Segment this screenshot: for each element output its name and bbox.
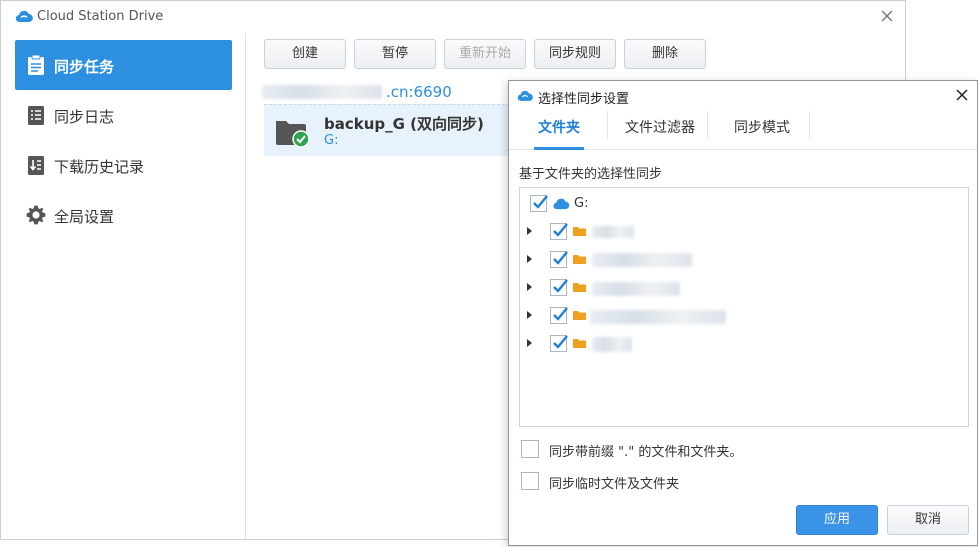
option-label: 同步带前缀 "." 的文件和文件夹。	[549, 445, 743, 460]
sidebar: 同步任务 同步日志 下载历史记录 全局设置	[1, 33, 246, 539]
folder-icon	[573, 227, 586, 236]
folder-icon	[573, 255, 586, 264]
cloud-icon	[15, 10, 33, 23]
dialog-tabs: 文件夹 文件过滤器 同步模式	[509, 111, 977, 150]
app-title: Cloud Station Drive	[37, 9, 164, 24]
tab-divider	[707, 111, 708, 139]
close-icon[interactable]	[953, 86, 971, 104]
folder-row[interactable]	[520, 302, 968, 328]
server-address-suffix: .cn:6690	[386, 83, 452, 101]
dialog-title-bar: 选择性同步设置	[509, 81, 977, 111]
checkmark-icon	[553, 307, 568, 321]
folder-checkbox[interactable]	[550, 251, 568, 268]
folder-checkbox[interactable]	[550, 223, 568, 240]
download-history-icon	[28, 156, 44, 175]
sidebar-item-global-settings[interactable]: 全局设置	[15, 190, 232, 240]
tab-divider	[607, 111, 608, 139]
root-label: G:	[574, 196, 589, 211]
checkmark-icon	[553, 251, 568, 265]
checkmark-icon	[553, 335, 568, 349]
pause-button[interactable]: 暂停	[354, 39, 436, 69]
title-bar: Cloud Station Drive	[1, 1, 905, 33]
checkmark-icon	[553, 223, 568, 237]
task-name: backup_G (双向同步)	[324, 115, 484, 133]
gear-icon	[26, 205, 46, 225]
folder-icon	[573, 339, 586, 348]
section-label: 基于文件夹的选择性同步	[519, 167, 663, 182]
checkmark-icon	[533, 195, 548, 209]
selective-sync-dialog: 选择性同步设置 文件夹 文件过滤器 同步模式 基于文件夹的选择性同步 G: 同步…	[508, 80, 978, 546]
cloud-icon	[517, 90, 533, 101]
delete-button[interactable]: 删除	[624, 39, 706, 69]
expand-arrow-icon[interactable]	[527, 339, 532, 347]
tab-sync-mode[interactable]: 同步模式	[717, 111, 807, 149]
sidebar-item-sync-log[interactable]: 同步日志	[15, 90, 232, 140]
redacted-text	[590, 310, 726, 324]
restart-button[interactable]: 重新开始	[444, 39, 526, 69]
clipboard-icon	[28, 54, 44, 75]
tab-folders[interactable]: 文件夹	[524, 111, 594, 150]
dialog-title: 选择性同步设置	[538, 92, 630, 107]
expand-arrow-icon[interactable]	[527, 311, 532, 319]
redacted-text	[592, 253, 692, 267]
sync-rules-button[interactable]: 同步规则	[534, 39, 616, 69]
close-icon[interactable]	[877, 6, 897, 26]
tab-file-filter[interactable]: 文件过滤器	[615, 111, 705, 149]
folder-checkbox[interactable]	[550, 279, 568, 296]
redacted-text	[592, 226, 634, 238]
redacted-text	[262, 85, 382, 99]
folder-icon	[573, 283, 586, 292]
task-row[interactable]: backup_G (双向同步) G:	[264, 104, 510, 156]
folder-icon	[573, 311, 586, 320]
create-button[interactable]: 创建	[264, 39, 346, 69]
redacted-text	[592, 337, 632, 352]
checkmark-icon	[553, 279, 568, 293]
cancel-button[interactable]: 取消	[887, 505, 969, 535]
folder-synced-icon	[276, 121, 310, 148]
folder-row[interactable]	[520, 218, 968, 244]
redacted-text	[592, 282, 680, 296]
folder-checkbox[interactable]	[550, 335, 568, 352]
list-icon	[28, 106, 44, 125]
cloud-icon	[553, 198, 570, 210]
expand-arrow-icon[interactable]	[527, 227, 532, 235]
sidebar-item-label: 全局设置	[54, 208, 115, 226]
dot-prefix-checkbox[interactable]	[521, 440, 539, 458]
sidebar-item-label: 同步任务	[54, 58, 115, 76]
folder-row[interactable]	[520, 246, 968, 272]
root-checkbox[interactable]	[530, 195, 548, 212]
sidebar-item-download-history[interactable]: 下载历史记录	[15, 140, 232, 190]
option-label: 同步临时文件及文件夹	[549, 477, 680, 492]
apply-button[interactable]: 应用	[796, 505, 878, 535]
folder-row[interactable]	[520, 274, 968, 300]
expand-arrow-icon[interactable]	[527, 283, 532, 291]
folder-checkbox[interactable]	[550, 307, 568, 324]
sidebar-item-label: 同步日志	[54, 108, 115, 126]
folder-row[interactable]	[520, 330, 968, 356]
sidebar-item-sync-tasks[interactable]: 同步任务	[15, 40, 232, 90]
task-path: G:	[324, 133, 339, 148]
expand-arrow-icon[interactable]	[527, 255, 532, 263]
folder-tree: G:	[519, 187, 969, 427]
temp-files-checkbox[interactable]	[521, 472, 539, 490]
sidebar-item-label: 下载历史记录	[54, 158, 145, 176]
tree-root-row: G:	[520, 190, 968, 216]
tab-divider	[809, 111, 810, 139]
